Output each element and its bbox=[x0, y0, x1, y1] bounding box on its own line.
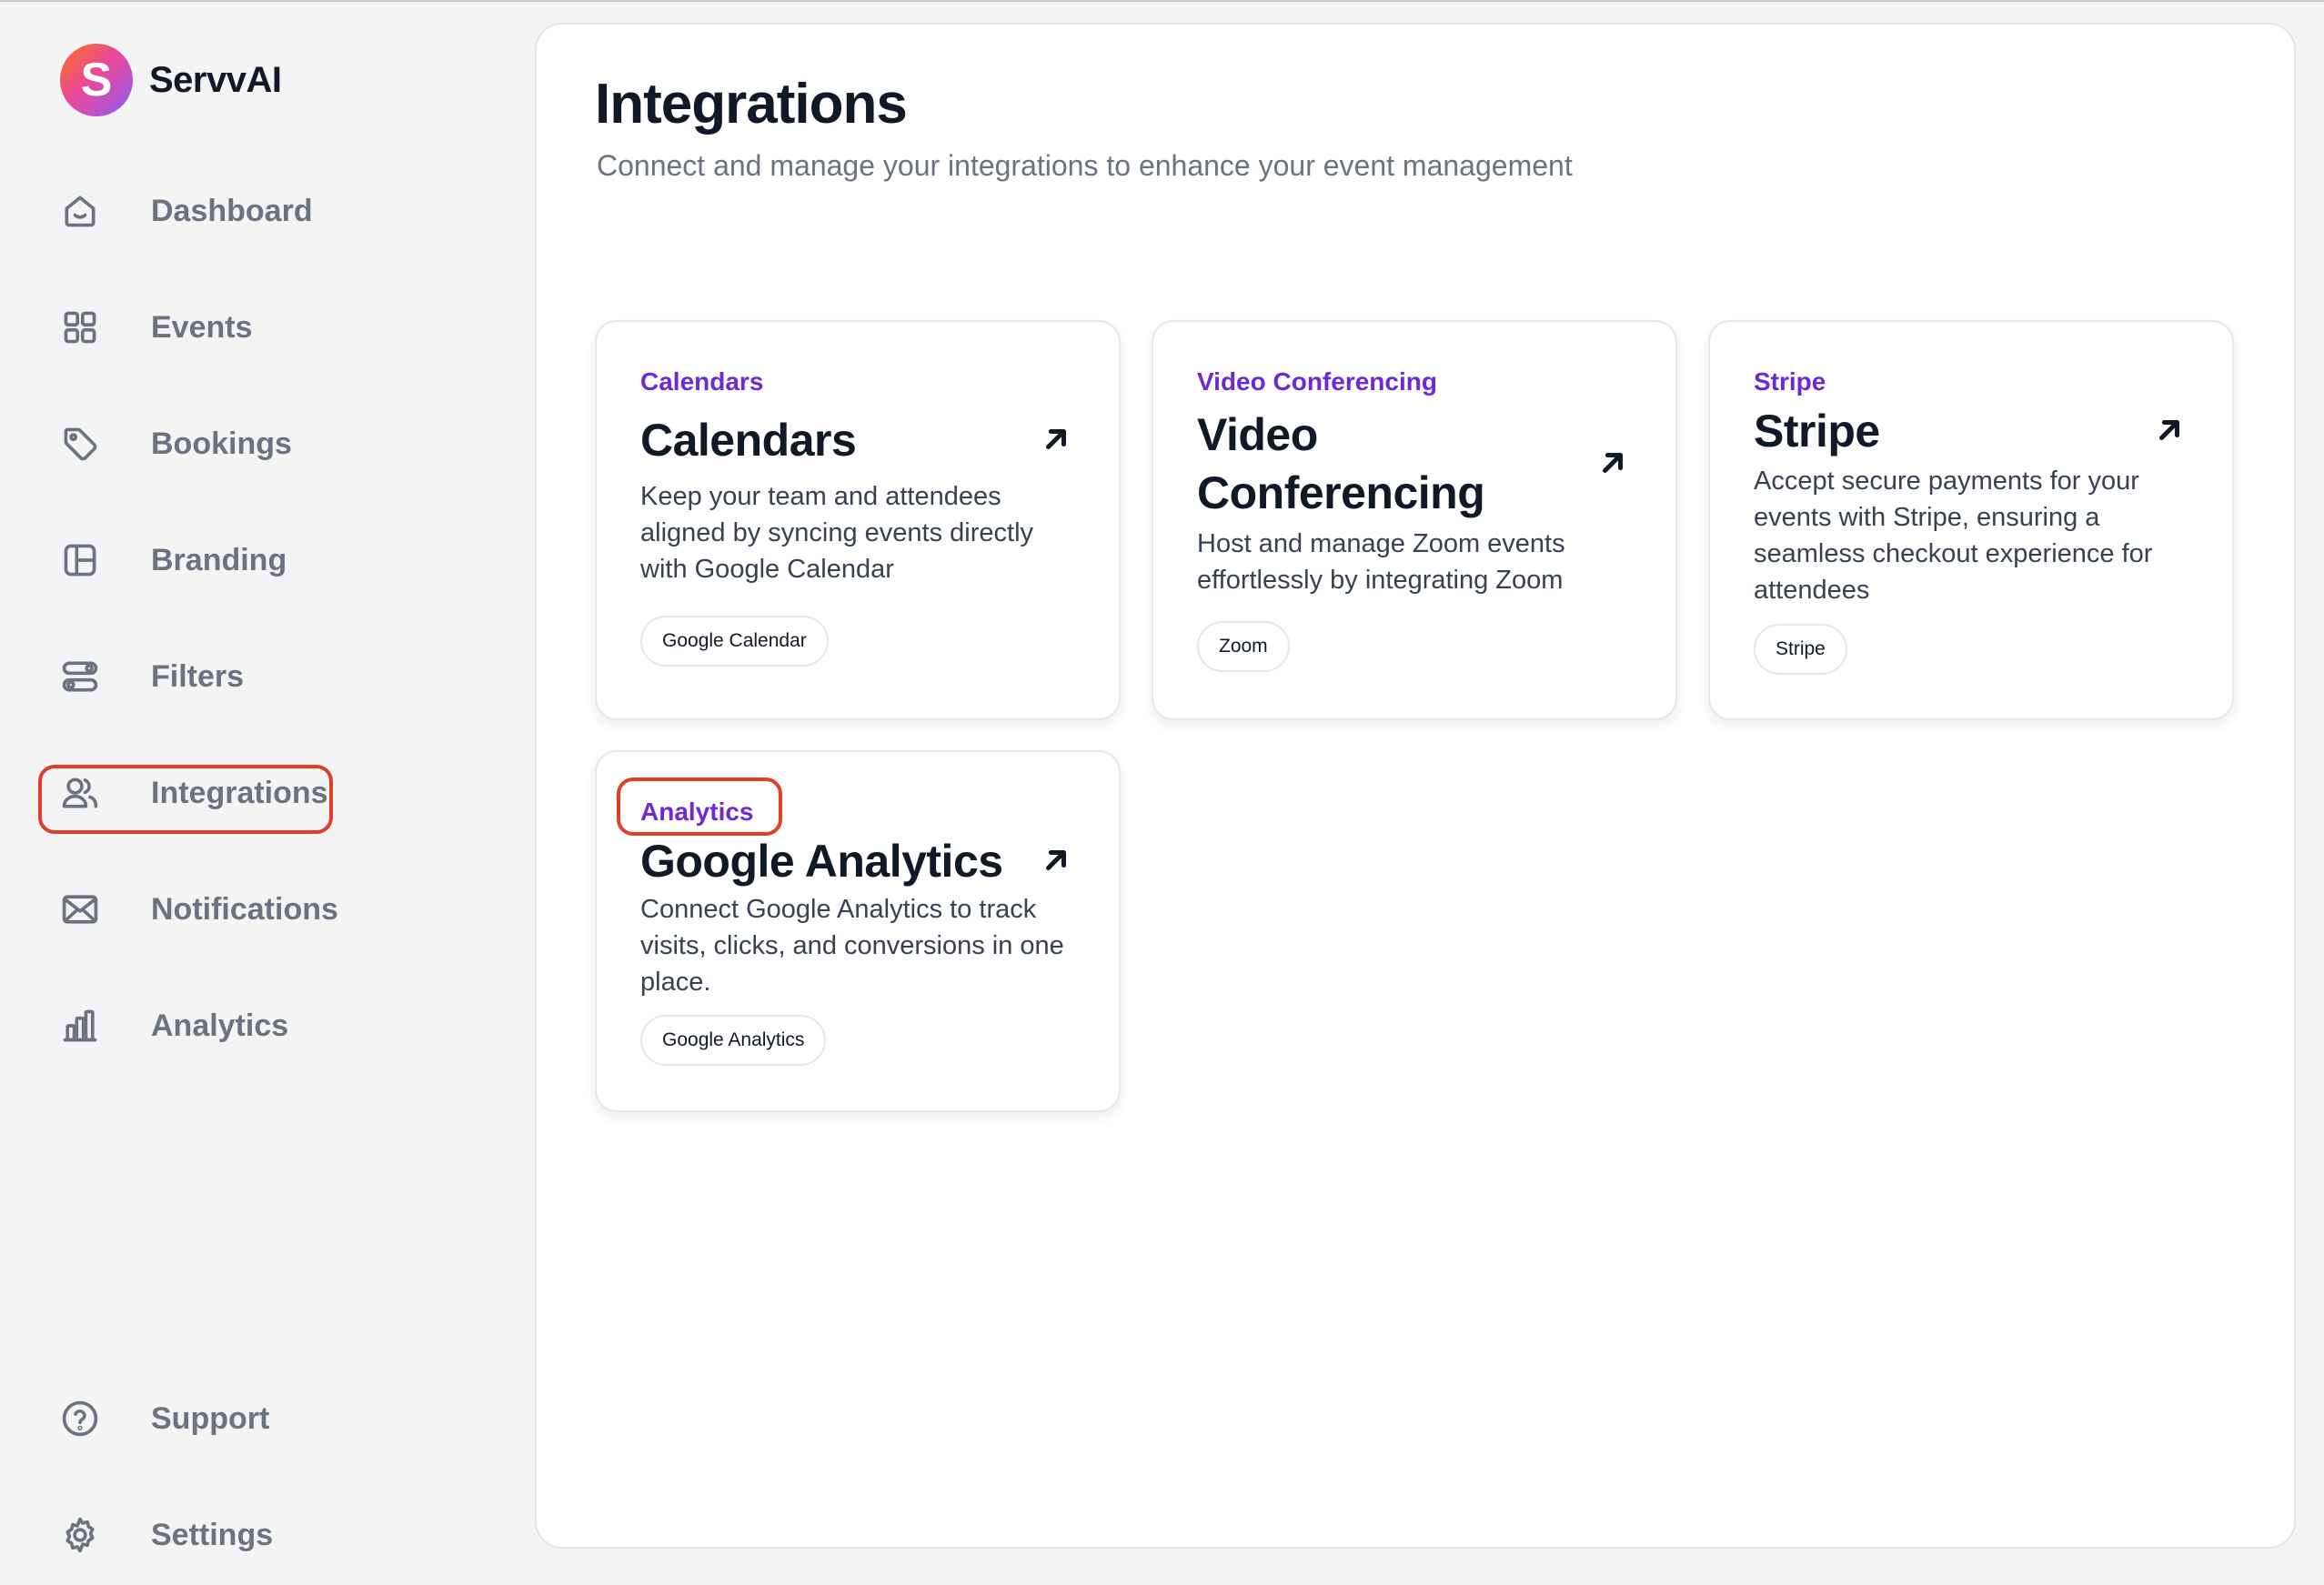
card-category: Calendars bbox=[640, 367, 764, 396]
card-title: Google Analytics bbox=[640, 836, 1003, 887]
tag-icon bbox=[60, 420, 127, 467]
card-description: Host and manage Zoom events effortlessly… bbox=[1197, 529, 1565, 595]
brand[interactable]: S ServvAI bbox=[60, 44, 282, 116]
arrow-up-right-icon[interactable] bbox=[2154, 415, 2185, 446]
card-tag: Google Calendar bbox=[640, 616, 829, 667]
layout-icon bbox=[60, 537, 127, 584]
home-icon bbox=[60, 187, 127, 235]
help-circle-icon bbox=[60, 1395, 127, 1442]
sidebar-item-events[interactable]: Events bbox=[60, 291, 253, 364]
sidebar-item-settings[interactable]: Settings bbox=[60, 1499, 273, 1571]
sidebar-item-notifications[interactable]: Notifications bbox=[60, 873, 338, 946]
sidebar-item-label: Dashboard bbox=[151, 193, 313, 228]
sidebar-item-branding[interactable]: Branding bbox=[60, 524, 287, 597]
card-tag: Stripe bbox=[1754, 624, 1847, 675]
page-subtitle: Connect and manage your integrations to … bbox=[597, 149, 1573, 182]
page-title: Integrations bbox=[595, 73, 908, 135]
card-title: Stripe bbox=[1754, 406, 1880, 456]
sidebar-item-filters[interactable]: Filters bbox=[60, 640, 244, 713]
integration-card-stripe[interactable]: Stripe Stripe Accept secure payments for… bbox=[1708, 320, 2234, 720]
sidebar-item-label: Branding bbox=[151, 542, 287, 577]
sidebar-item-label: Settings bbox=[151, 1517, 274, 1552]
card-description: Connect Google Analytics to track visits… bbox=[640, 895, 1064, 997]
sidebar-item-bookings[interactable]: Bookings bbox=[60, 407, 292, 480]
toggles-icon bbox=[60, 653, 127, 700]
brand-name: ServvAI bbox=[149, 59, 282, 100]
integrations-highlight-outline bbox=[38, 765, 333, 834]
sidebar-item-support[interactable]: Support bbox=[60, 1382, 269, 1455]
sidebar-item-label: Events bbox=[151, 309, 253, 345]
sidebar-item-label: Support bbox=[151, 1400, 270, 1436]
sidebar: S ServvAI Dashboard Events Bookings Bran… bbox=[0, 0, 532, 1585]
arrow-up-right-icon[interactable] bbox=[1597, 447, 1628, 478]
arrow-up-right-icon[interactable] bbox=[1041, 424, 1071, 455]
sidebar-item-dashboard[interactable]: Dashboard bbox=[60, 175, 313, 247]
card-description: Accept secure payments for your events w… bbox=[1754, 466, 2153, 605]
sidebar-item-label: Bookings bbox=[151, 426, 292, 461]
gear-icon bbox=[60, 1511, 127, 1559]
grid-icon bbox=[60, 304, 127, 351]
integration-card-video-conferencing[interactable]: Video Conferencing Video Conferencing Ho… bbox=[1152, 320, 1677, 720]
arrow-up-right-icon[interactable] bbox=[1041, 845, 1071, 876]
integration-card-google-analytics[interactable]: Analytics Google Analytics Connect Googl… bbox=[595, 750, 1121, 1112]
mail-icon bbox=[60, 886, 127, 933]
analytics-highlight-outline bbox=[617, 777, 782, 836]
sidebar-item-label: Filters bbox=[151, 658, 245, 694]
card-title: Video Conferencing bbox=[1197, 409, 1485, 518]
card-tag: Google Analytics bbox=[640, 1015, 827, 1066]
sidebar-item-label: Analytics bbox=[151, 1008, 289, 1043]
main-panel: Integrations Connect and manage your int… bbox=[535, 23, 2296, 1549]
card-tag: Zoom bbox=[1197, 621, 1290, 672]
card-description: Keep your team and attendees aligned by … bbox=[640, 482, 1034, 584]
sidebar-item-label: Notifications bbox=[151, 891, 338, 927]
card-title: Calendars bbox=[640, 415, 857, 466]
sidebar-item-analytics[interactable]: Analytics bbox=[60, 989, 288, 1062]
bar-chart-icon bbox=[60, 1002, 127, 1049]
integration-card-calendars[interactable]: Calendars Calendars Keep your team and a… bbox=[595, 320, 1121, 720]
card-category: Video Conferencing bbox=[1197, 367, 1437, 396]
brand-logo: S bbox=[60, 44, 133, 116]
card-category: Stripe bbox=[1754, 367, 1826, 396]
